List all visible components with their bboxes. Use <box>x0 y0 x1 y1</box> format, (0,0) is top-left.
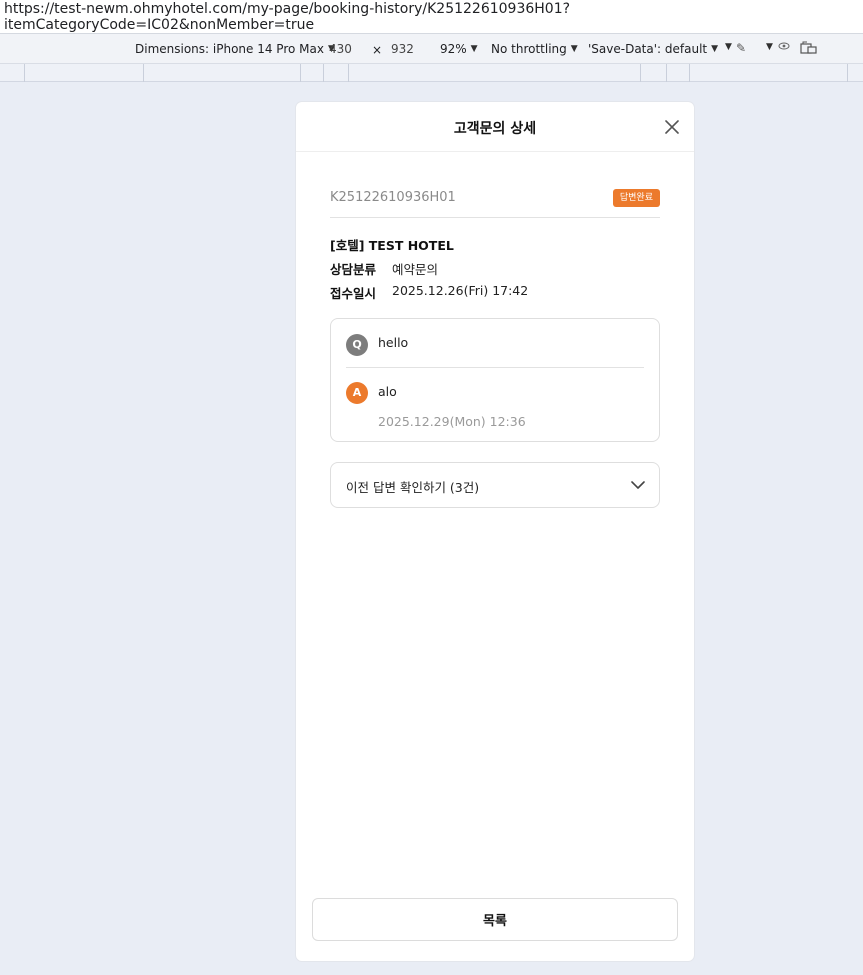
answer-avatar: A <box>346 382 368 404</box>
pen-icon[interactable]: ✎ <box>736 41 746 55</box>
hotel-name: [호텔] TEST HOTEL <box>330 238 454 253</box>
device-viewport: 고객문의 상세 K25122610936H01 답변완료 [호텔] TEST H… <box>0 83 863 975</box>
ruler-divider <box>348 64 349 82</box>
zoom-select[interactable]: 92% ▼ <box>440 42 478 56</box>
received-value: 2025.12.26(Fri) 17:42 <box>392 283 529 298</box>
previous-answers-label: 이전 답변 확인하기 (3건) <box>346 480 480 495</box>
caret-down-icon: ▼ <box>766 42 773 52</box>
zoom-label: 92% <box>440 42 467 56</box>
more-options-button[interactable]: ▼ <box>721 42 732 52</box>
device-label: Dimensions: iPhone 14 Pro Max <box>135 42 324 56</box>
close-icon <box>665 120 679 134</box>
rotate-icon[interactable] <box>800 41 818 55</box>
ruler-divider <box>143 64 144 82</box>
ruler-divider <box>666 64 667 82</box>
close-button[interactable] <box>664 119 680 135</box>
booking-number-row: K25122610936H01 답변완료 <box>330 188 660 218</box>
inquiry-detail-modal: 고객문의 상세 K25122610936H01 답변완료 [호텔] TEST H… <box>296 102 694 961</box>
previous-answers-toggle[interactable]: 이전 답변 확인하기 (3건) <box>330 462 660 508</box>
question-avatar: Q <box>346 334 368 356</box>
throttling-select[interactable]: No throttling ▼ <box>491 42 578 56</box>
address-bar[interactable]: https://test-newm.ohmyhotel.com/my-page/… <box>0 0 863 34</box>
qa-thread: Q hello A alo 2025.12.29(Mon) 12:36 <box>330 318 660 442</box>
category-label: 상담분류 <box>330 262 377 277</box>
ruler-divider <box>847 64 848 82</box>
ruler-divider <box>640 64 641 82</box>
sensors-toggle[interactable]: ▼ <box>762 42 773 52</box>
ruler-divider <box>300 64 301 82</box>
list-button[interactable]: 목록 <box>312 898 678 941</box>
ruler-divider <box>323 64 324 82</box>
caret-down-icon: ▼ <box>570 44 578 54</box>
booking-number: K25122610936H01 <box>330 190 456 205</box>
device-toolbar: Dimensions: iPhone 14 Pro Max ▼ 430 × 93… <box>0 34 863 64</box>
throttling-label: No throttling <box>491 42 567 56</box>
device-select[interactable]: Dimensions: iPhone 14 Pro Max ▼ <box>135 42 335 56</box>
qa-divider <box>346 367 644 368</box>
save-data-select[interactable]: 'Save-Data': default ▼ <box>588 42 718 56</box>
ruler-divider <box>689 64 690 82</box>
caret-down-icon: ▼ <box>711 44 719 54</box>
status-badge: 답변완료 <box>612 189 660 207</box>
chevron-down-icon <box>631 481 645 489</box>
url-text[interactable]: https://test-newm.ohmyhotel.com/my-page/… <box>4 1 863 33</box>
category-row: 상담분류 예약문의 <box>330 259 438 278</box>
answer-text: alo <box>378 384 397 399</box>
caret-down-icon: ▼ <box>725 42 732 52</box>
height-input[interactable]: 932 <box>391 42 414 56</box>
category-value: 예약문의 <box>392 262 439 277</box>
eye-icon[interactable] <box>778 41 790 51</box>
ruler-divider <box>24 64 25 82</box>
width-input[interactable]: 430 <box>329 42 352 56</box>
received-row: 접수일시 2025.12.26(Fri) 17:42 <box>330 283 528 302</box>
times-symbol: × <box>372 43 383 57</box>
media-query-ruler <box>0 64 863 82</box>
save-data-label: 'Save-Data': default <box>588 42 708 56</box>
question-text: hello <box>378 335 409 350</box>
caret-down-icon: ▼ <box>470 44 478 54</box>
modal-title: 고객문의 상세 <box>453 121 537 137</box>
modal-header: 고객문의 상세 <box>296 102 694 152</box>
received-label: 접수일시 <box>330 286 377 301</box>
answer-date: 2025.12.29(Mon) 12:36 <box>378 414 526 429</box>
